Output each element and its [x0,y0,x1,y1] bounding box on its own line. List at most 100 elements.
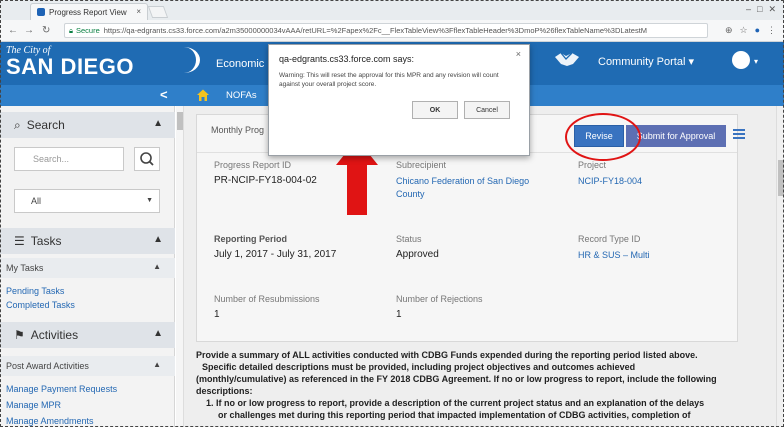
rejections-label: Number of Rejections [396,294,483,304]
address-bar: ← → ↻ 🔒︎ Secure https://qa-edgrants.cs33… [0,20,784,42]
tab-close-icon[interactable]: × [136,7,141,16]
progress-report-id-value: PR-NCIP-FY18-004-02 [214,175,317,186]
submit-for-approval-button[interactable]: Submit for Approval [626,125,726,147]
actions-menu-icon[interactable] [733,129,745,139]
address-bar-actions: ⊕ ☆ ● ⋮ [725,25,776,36]
collapse-sidebar-icon[interactable]: < [160,87,168,102]
status-label: Status [396,234,422,244]
chevron-down-icon: ▼ [146,197,153,204]
status-value: Approved [396,249,439,260]
dialog-close-icon[interactable]: × [516,49,521,59]
sidebar-item-manage-mpr[interactable]: Manage MPR [6,400,61,410]
search-icon: ⌕ [14,117,21,132]
sidebar-my-tasks[interactable]: My Tasks ▲ [0,258,175,278]
inner-scrollbar[interactable] [176,106,184,427]
close-window-icon[interactable]: ✕ [768,4,776,15]
chevron-up-icon[interactable]: ▲ [153,234,163,245]
summary-item-1b: or challenges met during this reporting … [218,410,691,420]
url-input[interactable]: 🔒︎ Secure https://qa-edgrants.cs33.force… [64,23,708,38]
subrecipient-label: Subrecipient [396,160,447,170]
zoom-icon[interactable]: ⊕ [725,25,733,36]
tab-title: Progress Report View [49,7,127,17]
search-button-icon [140,152,154,166]
sidebar-search-heading: Search [26,118,65,132]
resubmissions-label: Number of Resubmissions [214,294,320,304]
handshake-icon [555,52,579,66]
url-text: https://qa-edgrants.cs33.force.com/a2m35… [103,26,648,35]
forward-icon[interactable]: → [24,25,34,36]
sidebar-activities-heading: Activities [30,328,79,342]
maximize-icon[interactable]: □ [757,4,762,15]
sidebar-search-button[interactable] [134,147,160,171]
summary-line-4: descriptions: [196,386,253,396]
home-icon[interactable] [196,88,210,102]
back-icon[interactable]: ← [8,25,18,36]
sidebar-tasks-header[interactable]: ☰ Tasks ▲ [0,228,175,254]
sidebar-search-header[interactable]: ⌕ Search ▲ [0,112,175,138]
post-award-label: Post Award Activities [6,361,89,371]
header-title: Economic [216,58,265,70]
page-scrollbar-thumb[interactable] [778,160,784,196]
record-card-title: Monthly Prog [211,125,265,135]
page-scrollbar[interactable] [776,106,784,427]
annotation-circle [565,113,641,161]
logo-arc-icon [168,47,200,73]
sidebar-item-manage-payment-requests[interactable]: Manage Payment Requests [6,384,117,394]
record-type-link[interactable]: HR & SUS – Multi [578,249,650,262]
logo-city-name: SAN DIEGO [6,54,134,79]
chevron-up-icon[interactable]: ▲ [153,118,163,129]
sidebar-item-manage-amendments[interactable]: Manage Amendments [6,416,94,426]
sidebar-item-pending-tasks[interactable]: Pending Tasks [6,286,64,296]
chevron-up-icon[interactable]: ▲ [153,360,161,369]
project-link[interactable]: NCIP-FY18-004 [578,175,642,188]
browser-tab[interactable]: Progress Report View × [30,3,148,20]
salesforce-favicon-icon [37,8,45,16]
reload-icon[interactable]: ↻ [42,25,50,36]
browser-menu-icon[interactable]: ⋮ [767,25,776,36]
dialog-ok-button[interactable]: OK [412,101,458,119]
sidebar-item-completed-tasks[interactable]: Completed Tasks [6,300,75,310]
bookmark-star-icon[interactable]: ☆ [739,25,747,36]
nav-nofas[interactable]: NOFAs [226,90,257,101]
sidebar-search-input[interactable]: Search... [14,147,124,171]
minimize-icon[interactable]: – [746,4,751,15]
my-tasks-label: My Tasks [6,263,44,273]
new-tab-button[interactable] [147,6,169,18]
chevron-up-icon[interactable]: ▲ [153,328,163,339]
project-label: Project [578,160,607,170]
lock-icon: 🔒︎ [69,25,73,35]
record-type-label: Record Type ID [578,234,641,244]
browser-tabbar: Progress Report View × – □ ✕ [0,0,784,20]
summary-line-2: Specific detailed descriptions must be p… [202,362,636,372]
search-filter-value: All [31,196,42,206]
avatar-chevron-down-icon[interactable]: ▾ [754,57,758,66]
dialog-cancel-button[interactable]: Cancel [464,101,510,119]
extension-icon[interactable]: ● [755,25,760,36]
subrecipient-link[interactable]: Chicano Federation of San Diego County [396,175,536,201]
avatar[interactable] [732,51,750,69]
chevron-up-icon[interactable]: ▲ [153,262,161,271]
search-filter-select[interactable]: All ▼ [14,189,160,213]
sidebar: ⌕ Search ▲ Search... All ▼ ☰ Tasks ▲ My … [0,106,175,427]
sidebar-activities-header[interactable]: ⚑ Activities ▲ [0,322,175,348]
dialog-title: qa-edgrants.cs33.force.com says: [279,54,415,64]
city-logo[interactable]: The City of SAN DIEGO [6,45,134,78]
tasks-icon: ☰ [14,234,25,248]
rejections-value: 1 [396,309,402,320]
dialog-message: Warning: This will reset the approval fo… [279,72,499,88]
summary-instructions: Provide a summary of ALL activities cond… [196,349,774,421]
summary-line-1: Provide a summary of ALL activities cond… [196,350,698,360]
reporting-period-value: July 1, 2017 - July 31, 2017 [214,249,337,260]
confirm-dialog: qa-edgrants.cs33.force.com says: × Warni… [268,44,530,156]
window-controls: – □ ✕ [746,4,776,15]
reporting-period-label: Reporting Period [214,234,288,244]
summary-line-3: (monthly/cumulative) as referenced in th… [196,374,717,384]
summary-item-1a: 1. If no or low progress to report, prov… [206,398,705,408]
community-portal-menu[interactable]: Community Portal ▾ [598,55,694,68]
resubmissions-value: 1 [214,309,220,320]
sidebar-post-award[interactable]: Post Award Activities ▲ [0,356,175,376]
progress-report-id-label: Progress Report ID [214,160,292,170]
inner-scrollbar-thumb[interactable] [177,112,183,130]
sidebar-tasks-heading: Tasks [30,234,62,248]
secure-label: Secure [76,26,100,35]
